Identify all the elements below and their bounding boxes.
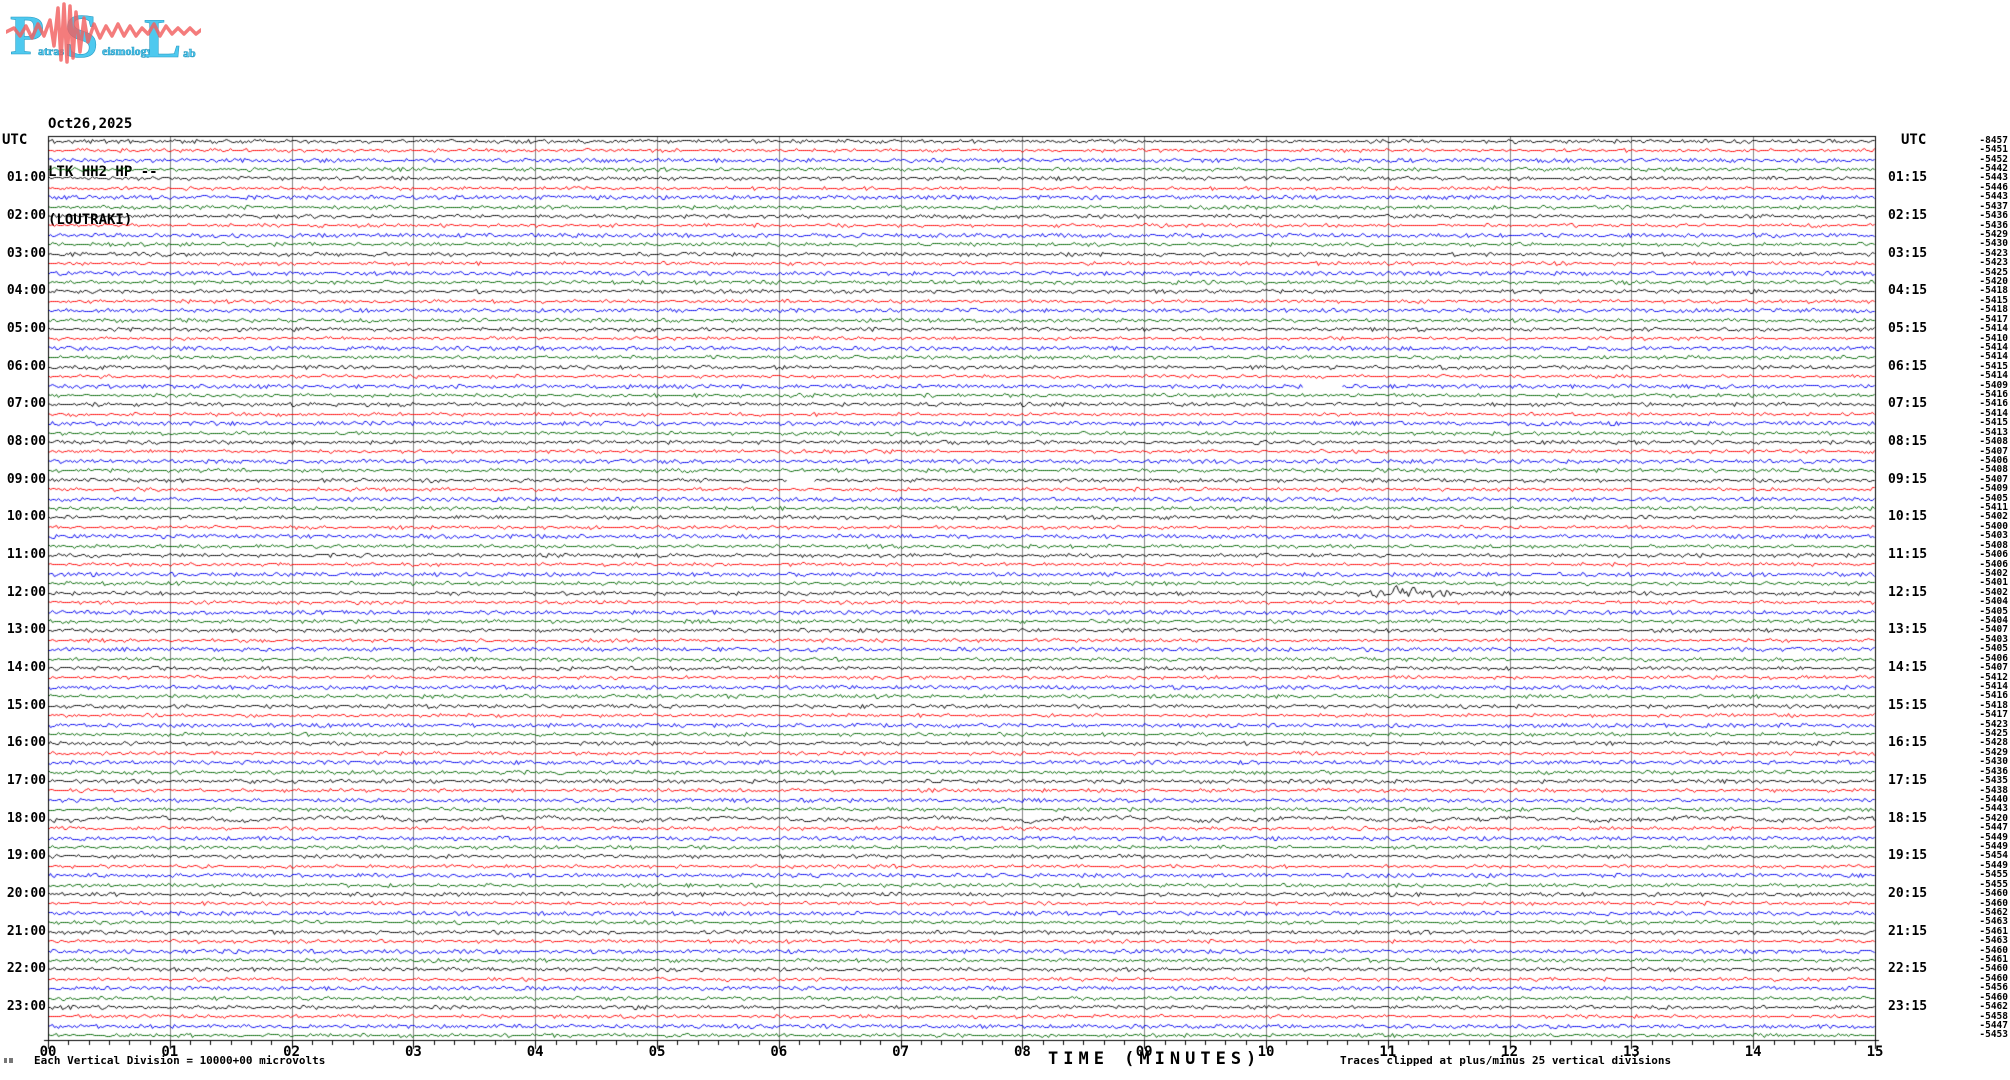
x-tick-label: 12 (1501, 1044, 1519, 1060)
left-time-label: 04:00 (6, 283, 46, 299)
left-time-label: 02:00 (6, 208, 46, 223)
right-time-label: 04:15 (1888, 283, 1928, 299)
right-time-label: 12:15 (1888, 584, 1928, 600)
right-time-label: 05:15 (1888, 321, 1928, 336)
left-time-label: 21:00 (6, 923, 46, 939)
right-time-label: 19:15 (1888, 848, 1928, 864)
x-tick-label: 00 (39, 1044, 57, 1060)
right-time-label: 08:15 (1888, 434, 1928, 449)
utc-header-right: UTC (1901, 132, 1927, 148)
utc-header-left: UTC (2, 132, 28, 148)
left-time-label: 13:00 (6, 622, 46, 638)
trace-offset-value: -5453 (1979, 1029, 2008, 1041)
left-time-label: 20:00 (6, 886, 46, 901)
right-time-label: 16:15 (1888, 735, 1928, 751)
x-tick-label: 11 (1379, 1044, 1397, 1060)
right-time-label: 10:15 (1888, 509, 1928, 525)
left-time-label: 16:00 (6, 735, 46, 751)
right-time-label: 23:15 (1888, 999, 1928, 1014)
x-tick-label: 03 (404, 1044, 422, 1060)
right-time-label: 21:15 (1888, 923, 1928, 939)
right-time-label: 20:15 (1888, 886, 1928, 901)
left-time-label: 12:00 (6, 584, 46, 600)
x-tick-label: 02 (283, 1044, 301, 1060)
x-tick-label: 15 (1866, 1044, 1884, 1060)
right-time-label: 14:15 (1888, 660, 1928, 675)
right-time-label: 22:15 (1888, 961, 1928, 977)
left-time-label: 05:00 (6, 321, 46, 336)
x-tick-label: 09 (1135, 1044, 1153, 1060)
left-time-label: 23:00 (6, 999, 46, 1014)
left-time-label: 01:00 (6, 170, 46, 186)
right-time-label: 03:15 (1888, 245, 1928, 261)
labels-layer: UTC UTC TIME (MINUTES) Each Vertical Div… (0, 0, 2010, 1080)
right-time-label: 06:15 (1888, 358, 1928, 374)
right-time-label: 07:15 (1888, 396, 1928, 412)
right-time-label: 17:15 (1888, 773, 1928, 788)
left-time-label: 14:00 (6, 660, 46, 675)
left-time-label: 08:00 (6, 434, 46, 449)
right-time-label: 02:15 (1888, 208, 1928, 223)
left-time-label: 18:00 (6, 810, 46, 826)
left-time-label: 07:00 (6, 396, 46, 412)
x-tick-label: 08 (1013, 1044, 1031, 1060)
x-tick-label: 14 (1744, 1044, 1762, 1060)
right-time-label: 18:15 (1888, 810, 1928, 826)
left-time-label: 19:00 (6, 848, 46, 864)
left-time-label: 10:00 (6, 509, 46, 525)
right-time-label: 09:15 (1888, 471, 1928, 487)
webicorder-page: { "logo": { "p": "P", "atras": "atras", … (0, 0, 2010, 1080)
x-tick-label: 06 (770, 1044, 788, 1060)
x-tick-label: 07 (892, 1044, 910, 1060)
right-time-label: 13:15 (1888, 622, 1928, 638)
left-time-label: 03:00 (6, 245, 46, 261)
right-time-label: 01:15 (1888, 170, 1928, 186)
x-tick-label: 01 (161, 1044, 179, 1060)
left-time-label: 15:00 (6, 697, 46, 713)
x-tick-label: 13 (1622, 1044, 1640, 1060)
left-time-label: 17:00 (6, 773, 46, 788)
right-time-label: 15:15 (1888, 697, 1928, 713)
left-time-label: 11:00 (6, 547, 46, 562)
x-tick-label: 05 (648, 1044, 666, 1060)
right-time-label: 11:15 (1888, 547, 1928, 562)
left-time-label: 06:00 (6, 358, 46, 374)
left-time-label: 22:00 (6, 961, 46, 977)
x-tick-label: 04 (526, 1044, 544, 1060)
x-tick-label: 10 (1257, 1044, 1275, 1060)
corner-artifact (4, 1058, 13, 1063)
left-time-label: 09:00 (6, 471, 46, 487)
